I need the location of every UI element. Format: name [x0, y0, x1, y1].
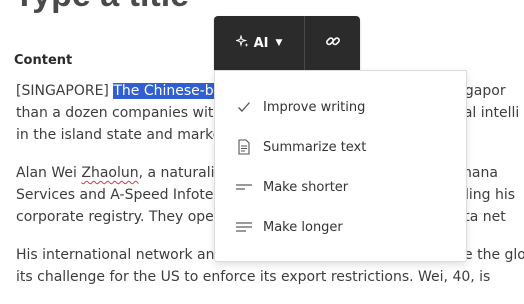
ai-actions-menu: Improve writing Summarize text Make shor…: [214, 70, 467, 262]
menu-item-summarize-text[interactable]: Summarize text: [215, 129, 466, 165]
ai-button-label: AI: [253, 35, 269, 51]
ai-toolbar: AI ▼: [214, 16, 360, 70]
menu-item-label: Make longer: [263, 219, 343, 235]
text-run: Services and A-Speed Infotec: [16, 187, 222, 203]
menu-item-make-shorter[interactable]: Make shorter: [215, 169, 466, 205]
paragraph-3-line-2: its challenge for the US to enforce its …: [16, 269, 491, 285]
text-run: , a naturalis: [138, 165, 222, 181]
text-run: in the island state and marke: [16, 127, 222, 143]
check-icon: [235, 98, 253, 116]
sparkles-icon: [234, 33, 249, 52]
menu-item-make-longer[interactable]: Make longer: [215, 209, 466, 245]
menu-item-label: Improve writing: [263, 99, 366, 115]
page-title[interactable]: Type a title: [14, 0, 189, 15]
menu-item-label: Summarize text: [263, 139, 367, 155]
selected-text[interactable]: The Chinese-bo: [113, 83, 223, 99]
text-run: than a dozen companies with: [16, 105, 223, 121]
document-icon: [235, 138, 253, 156]
menu-item-improve-writing[interactable]: Improve writing: [215, 89, 466, 125]
text-run: [SINGAPORE]: [16, 83, 114, 99]
text-run: corporate registry. They ope: [16, 209, 214, 225]
insert-link-button[interactable]: [305, 16, 360, 70]
caret-down-icon: ▼: [275, 38, 283, 48]
menu-item-label: Make shorter: [263, 179, 349, 195]
ai-button[interactable]: AI ▼: [214, 16, 304, 70]
text-run: Alan Wei: [16, 165, 82, 181]
content-section-label: Content: [14, 53, 73, 68]
link-icon: [325, 33, 341, 53]
long-lines-icon: [235, 218, 253, 236]
misspelled-word[interactable]: Zhaolun: [81, 165, 138, 181]
short-lines-icon: [235, 178, 253, 196]
